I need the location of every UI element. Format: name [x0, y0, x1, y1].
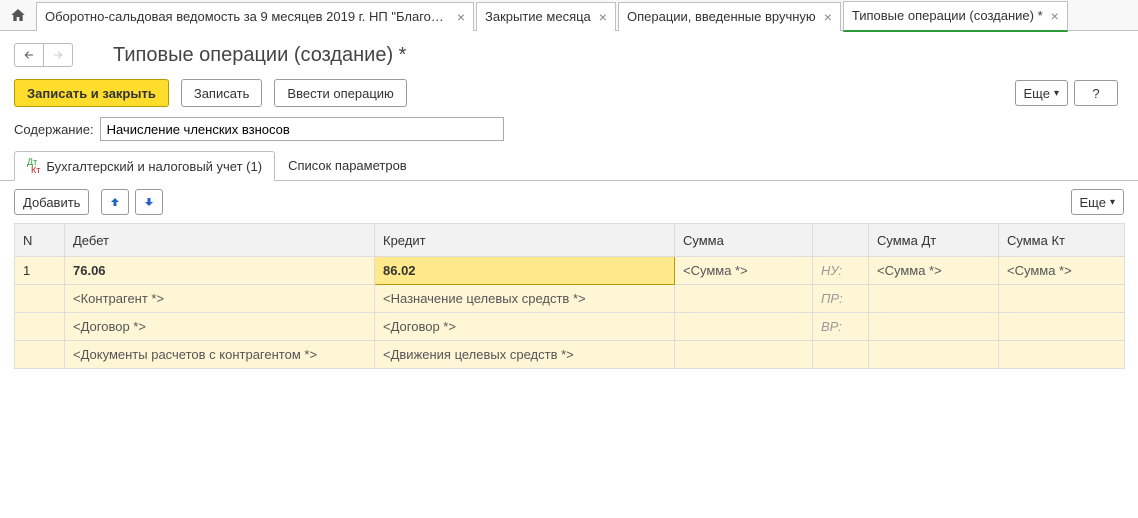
home-button[interactable] — [4, 2, 32, 28]
nav-buttons — [14, 43, 73, 67]
window-tab-bar: Оборотно-сальдовая ведомость за 9 месяце… — [0, 0, 1138, 31]
chevron-down-icon: ▾ — [1110, 197, 1115, 208]
nav-forward-button[interactable] — [43, 44, 72, 66]
cell-credit-sub1[interactable]: <Назначение целевых средств *> — [375, 285, 675, 313]
table-header-row: N Дебет Кредит Сумма Сумма Дт Сумма Кт — [15, 224, 1125, 257]
cell-debit-sub2[interactable]: <Договор *> — [65, 313, 375, 341]
entries-table: N Дебет Кредит Сумма Сумма Дт Сумма Кт 1… — [14, 223, 1125, 369]
tab-label: Типовые операции (создание) * — [852, 8, 1043, 23]
col-credit[interactable]: Кредит — [375, 224, 675, 257]
page-title: Типовые операции (создание) * — [113, 44, 406, 67]
cell-tag-nu: НУ: — [813, 257, 869, 285]
content-label: Содержание: — [14, 122, 94, 137]
cell-debit-sub3[interactable]: <Документы расчетов с контрагентом *> — [65, 341, 375, 369]
save-button[interactable]: Записать — [181, 79, 263, 107]
grid-more-button[interactable]: Еще▾ — [1071, 189, 1124, 215]
cell-sum[interactable]: <Сумма *> — [675, 257, 813, 285]
home-icon — [10, 7, 26, 23]
title-bar: Типовые операции (создание) * — [0, 31, 1138, 75]
close-icon[interactable]: × — [457, 10, 465, 24]
cell-tag-pr: ПР: — [813, 285, 869, 313]
table-row[interactable]: <Документы расчетов с контрагентом *> <Д… — [15, 341, 1125, 369]
grid-toolbar: Добавить Еще▾ — [0, 181, 1138, 223]
save-and-close-button[interactable]: Записать и закрыть — [14, 79, 169, 107]
nav-back-button[interactable] — [15, 44, 43, 66]
col-sumdt[interactable]: Сумма Дт — [869, 224, 999, 257]
cell-tag-vr: ВР: — [813, 313, 869, 341]
cell-credit-account[interactable]: 86.02 — [375, 257, 675, 285]
close-icon[interactable]: × — [599, 10, 607, 24]
arrow-down-icon — [143, 196, 155, 208]
tab-label: Бухгалтерский и налоговый учет (1) — [46, 159, 262, 174]
dtkt-icon: ДтКт — [27, 158, 40, 174]
col-num[interactable]: N — [15, 224, 65, 257]
arrow-right-icon — [51, 49, 65, 61]
window-tab-active[interactable]: Типовые операции (создание) * × — [843, 1, 1068, 32]
sub-tabs-row: ДтКт Бухгалтерский и налоговый учет (1) … — [0, 151, 1138, 181]
cell-debit-sub1[interactable]: <Контрагент *> — [65, 285, 375, 313]
window-tab[interactable]: Закрытие месяца × — [476, 2, 616, 31]
tab-label: Оборотно-сальдовая ведомость за 9 месяце… — [45, 9, 449, 24]
tab-accounting[interactable]: ДтКт Бухгалтерский и налоговый учет (1) — [14, 151, 275, 181]
col-debit[interactable]: Дебет — [65, 224, 375, 257]
chevron-down-icon: ▾ — [1054, 88, 1059, 99]
more-button[interactable]: Еще▾ — [1015, 80, 1068, 106]
tab-parameters[interactable]: Список параметров — [275, 151, 420, 180]
table-row[interactable]: <Договор *> <Договор *> ВР: — [15, 313, 1125, 341]
table-row[interactable]: <Контрагент *> <Назначение целевых средс… — [15, 285, 1125, 313]
close-icon[interactable]: × — [824, 10, 832, 24]
col-tag — [813, 224, 869, 257]
cell-credit-sub3[interactable]: <Движения целевых средств *> — [375, 341, 675, 369]
col-sum[interactable]: Сумма — [675, 224, 813, 257]
content-row: Содержание: — [0, 117, 1138, 151]
add-row-button[interactable]: Добавить — [14, 189, 89, 215]
cell-sum-kt[interactable]: <Сумма *> — [999, 257, 1125, 285]
help-button[interactable]: ? — [1074, 80, 1118, 106]
content-input[interactable] — [100, 117, 504, 141]
cell-row-num: 1 — [15, 257, 65, 285]
arrow-left-icon — [22, 49, 36, 61]
close-icon[interactable]: × — [1051, 9, 1059, 23]
window-tab[interactable]: Операции, введенные вручную × — [618, 2, 841, 31]
tab-label: Закрытие месяца — [485, 9, 591, 24]
tab-label: Список параметров — [288, 158, 407, 173]
move-up-button[interactable] — [101, 189, 129, 215]
enter-operation-button[interactable]: Ввести операцию — [274, 79, 406, 107]
col-sumkt[interactable]: Сумма Кт — [999, 224, 1125, 257]
arrow-up-icon — [109, 196, 121, 208]
table-row[interactable]: 1 76.06 86.02 <Сумма *> НУ: <Сумма *> <С… — [15, 257, 1125, 285]
cell-sum-dt[interactable]: <Сумма *> — [869, 257, 999, 285]
cell-debit-account[interactable]: 76.06 — [65, 257, 375, 285]
window-tab[interactable]: Оборотно-сальдовая ведомость за 9 месяце… — [36, 2, 474, 31]
move-down-button[interactable] — [135, 189, 163, 215]
cell-credit-sub2[interactable]: <Договор *> — [375, 313, 675, 341]
tab-label: Операции, введенные вручную — [627, 9, 816, 24]
main-toolbar: Записать и закрыть Записать Ввести опера… — [0, 75, 1138, 117]
